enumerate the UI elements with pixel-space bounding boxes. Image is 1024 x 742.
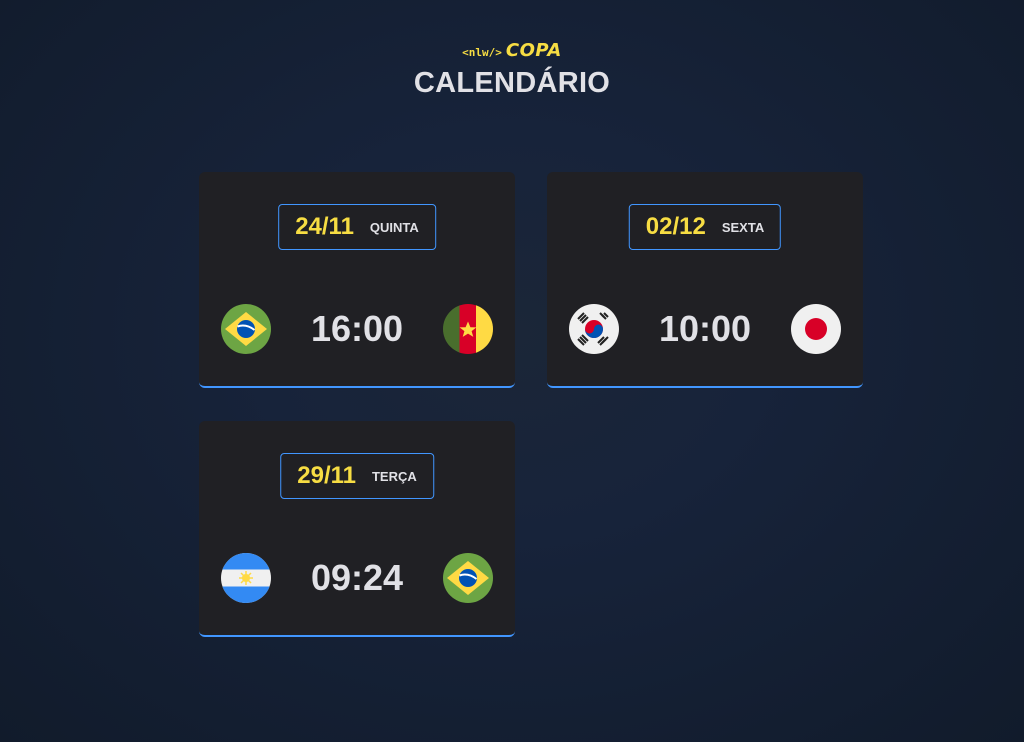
argentina-flag-icon [221,553,271,603]
match-weekday: QUINTA [369,219,419,235]
match-date: 02/12 [645,213,706,240]
match-row: 09:24 [221,553,493,603]
match-weekday: SEXTA [721,219,765,235]
match-time: 16:00 [310,308,404,349]
logo-name: COPA [505,40,562,61]
match-time: 10:00 [658,308,752,349]
match-row: 10:00 [569,304,841,354]
match-date: 29/11 [297,462,356,489]
match-card: 24/11 QUINTA 16:00 [199,172,515,388]
match-card: 02/12 SEXTA 10:00 [547,172,863,388]
match-time: 09:24 [310,557,404,598]
match-date: 24/11 [295,213,354,240]
cameroon-flag-icon [442,304,493,354]
south-korea-flag-icon [569,304,619,354]
match-card: 29/11 TERÇA 09:24 [199,421,515,637]
page-title: CALENDÁRIO [413,67,611,99]
nlw-copa-logo: <nlw/> COPA [462,40,562,61]
match-date-box: 02/12 SEXTA [628,204,782,250]
header: <nlw/> COPA CALENDÁRIO [0,40,1024,100]
logo-tag: <nlw/> [462,46,502,59]
japan-flag-icon [790,304,841,354]
match-weekday: TERÇA [371,468,417,484]
brazil-flag-icon [221,304,271,354]
brazil-flag-icon [442,553,493,603]
match-date-box: 24/11 QUINTA [278,204,436,250]
match-row: 16:00 [221,304,493,354]
match-date-box: 29/11 TERÇA [280,453,434,499]
